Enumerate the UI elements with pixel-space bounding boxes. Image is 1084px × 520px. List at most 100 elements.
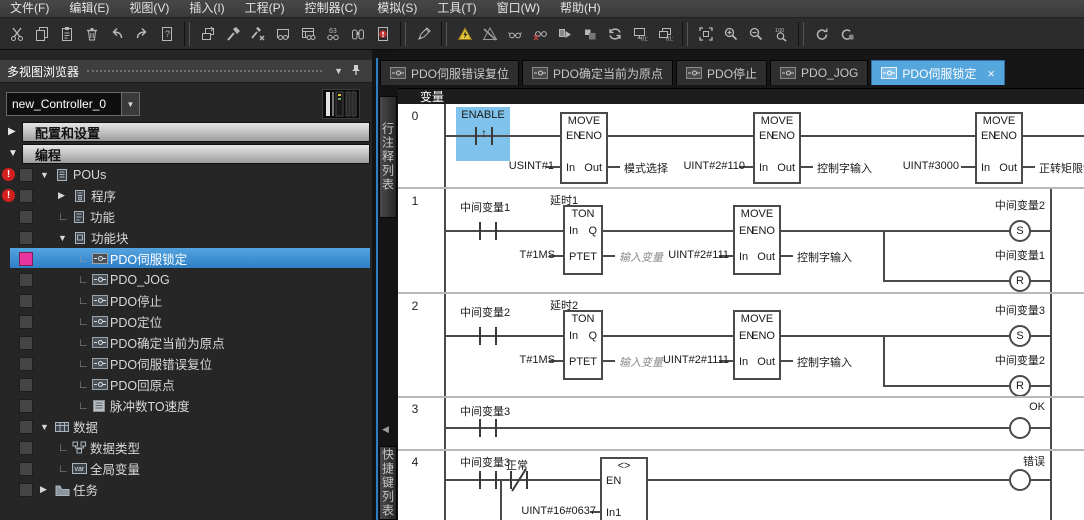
go-offline-icon[interactable] <box>477 22 502 46</box>
controller-status-2-icon[interactable]: 811 <box>652 22 677 46</box>
expanded-arrow-icon[interactable]: ▼ <box>8 148 18 159</box>
tab-pdo-set-origin[interactable]: PDO确定当前为原点 <box>522 60 673 85</box>
menu-project[interactable]: 工程(P) <box>235 0 295 17</box>
tree-item-data[interactable]: ▼ 数据 <box>0 416 372 437</box>
tree-item-marker[interactable] <box>19 210 33 224</box>
contact-symbol[interactable] <box>479 327 481 345</box>
controller-dropdown[interactable]: new_Controller_0 ▼ <box>6 92 140 116</box>
contact-symbol[interactable] <box>495 471 497 489</box>
contact-symbol[interactable] <box>479 222 481 240</box>
tab-pdo-jog[interactable]: PDO_JOG <box>770 60 868 85</box>
collapsed-arrow-icon[interactable]: ▶ <box>8 126 16 137</box>
contact-symbol[interactable] <box>491 127 493 145</box>
variables-bar[interactable]: 变量 <box>398 88 1084 104</box>
tree-item-fb-pdo-error-reset[interactable]: ∟ PDO伺服错误复位 <box>0 353 372 374</box>
tree-item-function-blocks[interactable]: ▼ 功能块 <box>0 227 372 248</box>
zoom-fit-icon[interactable] <box>693 22 718 46</box>
set-coil[interactable]: S <box>1009 325 1031 347</box>
redo-icon[interactable] <box>129 22 154 46</box>
contact-operand[interactable]: ENABLE <box>456 109 510 121</box>
search-icon[interactable] <box>345 22 370 46</box>
menu-controller[interactable]: 控制器(C) <box>295 0 368 17</box>
run-mode-icon[interactable] <box>552 22 577 46</box>
tree-item-marker[interactable] <box>19 189 33 203</box>
output-panel-icon[interactable] <box>370 22 395 46</box>
move-block-3[interactable]: MOVE EN ENO In Out <box>975 112 1023 184</box>
panel-menu-icon[interactable]: ▼ <box>330 66 347 76</box>
tree-item-fb-pdo-position[interactable]: ∟ PDO定位 <box>0 311 372 332</box>
reset-coil[interactable]: R <box>1009 375 1031 397</box>
output-coil[interactable] <box>1009 417 1031 439</box>
tree-item-marker[interactable] <box>19 462 33 476</box>
help-doc-icon[interactable]: ? <box>154 22 179 46</box>
synchronize-icon[interactable] <box>602 22 627 46</box>
panel-splitter[interactable] <box>376 58 378 520</box>
paste-icon[interactable] <box>54 22 79 46</box>
ton-timer-block[interactable]: TON In Q PT ET <box>563 205 603 275</box>
section-programming[interactable]: ▼ 编程 <box>0 144 372 165</box>
program-mode-icon[interactable] <box>577 22 602 46</box>
stop-monitor-icon[interactable] <box>527 22 552 46</box>
move-block[interactable]: MOVE EN ENO In Out <box>733 310 781 380</box>
expanded-arrow-icon[interactable]: ▼ <box>40 422 55 432</box>
move-block[interactable]: MOVE EN ENO In Out <box>733 205 781 275</box>
contact-operand[interactable]: 中间变量2 <box>460 304 510 320</box>
tree-item-tasks[interactable]: ▶ 任务 <box>0 479 372 500</box>
tree-item-fb-pdo-servo-lock[interactable]: ∟ PDO伺服锁定 <box>0 248 372 269</box>
block-input-operand[interactable]: UINT#2#1111 <box>663 354 729 366</box>
menu-insert[interactable]: 插入(I) <box>179 0 234 17</box>
output-coil[interactable] <box>1009 469 1031 491</box>
tree-item-marker[interactable] <box>19 483 33 497</box>
tree-item-pous[interactable]: ! ▼ POUs <box>0 164 372 185</box>
block-output-operand[interactable]: 正转矩限制 <box>1039 160 1084 176</box>
tree-item-fb-pdo-jog[interactable]: ∟ PDO_JOG <box>0 269 372 290</box>
reset-coil[interactable]: R <box>1009 270 1031 292</box>
menu-simulation[interactable]: 模拟(S) <box>367 0 427 17</box>
contact-symbol[interactable] <box>495 222 497 240</box>
contact-operand[interactable]: 中间变量1 <box>460 199 510 215</box>
tab-shortcut-list[interactable]: 快捷键列表 <box>379 446 397 520</box>
coil-operand[interactable]: 中间变量3 <box>995 302 1045 318</box>
coil-operand[interactable]: 中间变量2 <box>995 197 1045 213</box>
menu-view[interactable]: 视图(V) <box>119 0 179 17</box>
undo-icon[interactable] <box>104 22 129 46</box>
tree-item-fb-pdo-stop[interactable]: ∟ PDO停止 <box>0 290 372 311</box>
tree-item-marker[interactable] <box>19 420 33 434</box>
expanded-arrow-icon[interactable]: ▼ <box>58 233 73 243</box>
tree-item-marker[interactable] <box>19 441 33 455</box>
expanded-arrow-icon[interactable]: ▼ <box>40 170 55 180</box>
tree-item-marker[interactable] <box>19 399 33 413</box>
tree-item-marker[interactable] <box>19 357 33 371</box>
block-output-operand[interactable]: 控制字输入 <box>797 249 852 265</box>
compile-icon[interactable] <box>195 22 220 46</box>
contact-symbol[interactable] <box>479 419 481 437</box>
move-block-2[interactable]: MOVE EN ENO In Out <box>753 112 801 184</box>
variable-manager-icon[interactable]: 63 <box>320 22 345 46</box>
collapse-left-icon[interactable]: ◀ <box>382 424 389 435</box>
restart-controller-icon[interactable] <box>809 22 834 46</box>
monitor-icon[interactable] <box>502 22 527 46</box>
tree-item-marker[interactable] <box>19 231 33 245</box>
timer-pt-operand[interactable]: T#1MS <box>520 249 555 261</box>
block-input-operand[interactable]: UINT#2#111 <box>668 249 729 261</box>
contact-symbol[interactable] <box>479 471 481 489</box>
contact-operand[interactable]: 中间变量3 <box>460 454 510 470</box>
coil-operand[interactable]: 中间变量2 <box>995 352 1045 368</box>
menu-edit[interactable]: 编辑(E) <box>59 0 119 17</box>
tree-item-functions[interactable]: ∟ 功能 <box>0 206 372 227</box>
zoom-100-icon[interactable]: 100 <box>768 22 793 46</box>
build-icon[interactable] <box>220 22 245 46</box>
tree-item-pulse-to-speed[interactable]: ∟ 脉冲数TO速度 <box>0 395 372 416</box>
tree-item-fb-pdo-set-origin[interactable]: ∟ PDO确定当前为原点 <box>0 332 372 353</box>
nc-contact-symbol[interactable] <box>526 471 528 489</box>
rebuild-icon[interactable] <box>245 22 270 46</box>
reset-controller-icon[interactable] <box>834 22 859 46</box>
coil-operand[interactable]: OK <box>1029 401 1045 413</box>
set-coil[interactable]: S <box>1009 220 1031 242</box>
move-block-1[interactable]: MOVE EN ENO In Out <box>560 112 608 184</box>
copy-icon[interactable] <box>29 22 54 46</box>
tree-item-marker[interactable] <box>19 336 33 350</box>
tab-pdo-stop[interactable]: PDO停止 <box>676 60 767 85</box>
block-output-operand[interactable]: 控制字输入 <box>797 354 852 370</box>
zoom-out-icon[interactable] <box>743 22 768 46</box>
